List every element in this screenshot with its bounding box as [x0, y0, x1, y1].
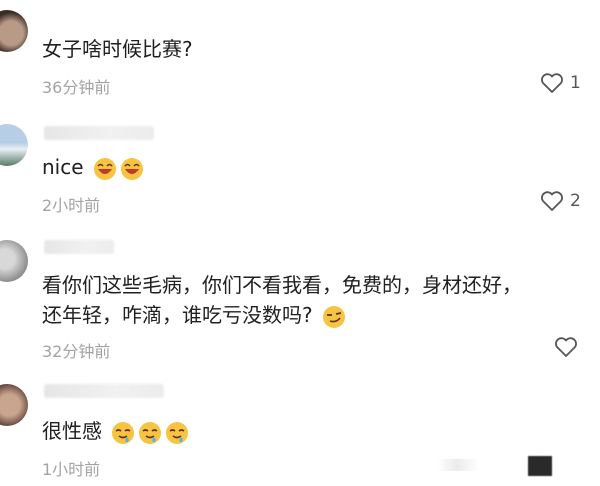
- image-artifact: [528, 456, 552, 476]
- comment-time: 36分钟前: [42, 78, 111, 97]
- comment-text: 还年轻，咋滴，谁吃亏没数吗?: [42, 300, 346, 330]
- comment-text: 很性感: [42, 416, 189, 446]
- comment-time: 2小时前: [42, 196, 101, 215]
- drool-emoji: [139, 421, 162, 444]
- avatar[interactable]: [0, 10, 28, 52]
- comment-text: 女子啥时候比赛?: [42, 37, 193, 61]
- comment-time: 1小时前: [42, 460, 101, 479]
- heart-icon: [555, 337, 577, 357]
- laugh-emoji: [120, 157, 143, 180]
- drool-emoji: [112, 421, 135, 444]
- like-button[interactable]: [554, 336, 584, 358]
- comment-text: nice: [42, 152, 144, 182]
- username[interactable]: [44, 126, 154, 140]
- comment-text-line: 看你们这些毛病，你们不看我看，免费的，身材还好，: [42, 273, 522, 297]
- laugh-emoji: [93, 157, 116, 180]
- like-count: 2: [570, 191, 581, 211]
- comment-text-line: 还年轻，咋滴，谁吃亏没数吗?: [42, 303, 313, 327]
- drool-emoji: [166, 421, 189, 444]
- username[interactable]: [44, 384, 164, 398]
- username[interactable]: [44, 240, 114, 254]
- like-count: 1: [570, 73, 581, 93]
- avatar[interactable]: [0, 124, 28, 166]
- like-button[interactable]: 2: [540, 190, 581, 212]
- avatar[interactable]: [0, 240, 28, 282]
- like-button[interactable]: 1: [540, 72, 581, 94]
- smirk-emoji: [322, 305, 345, 328]
- heart-icon: [541, 73, 563, 93]
- comment-text-content: 很性感: [42, 419, 102, 443]
- avatar[interactable]: [0, 384, 28, 426]
- image-artifact: [438, 459, 498, 471]
- heart-icon: [541, 191, 563, 211]
- comment-time: 32分钟前: [42, 342, 111, 361]
- comment-text-content: nice: [42, 155, 84, 179]
